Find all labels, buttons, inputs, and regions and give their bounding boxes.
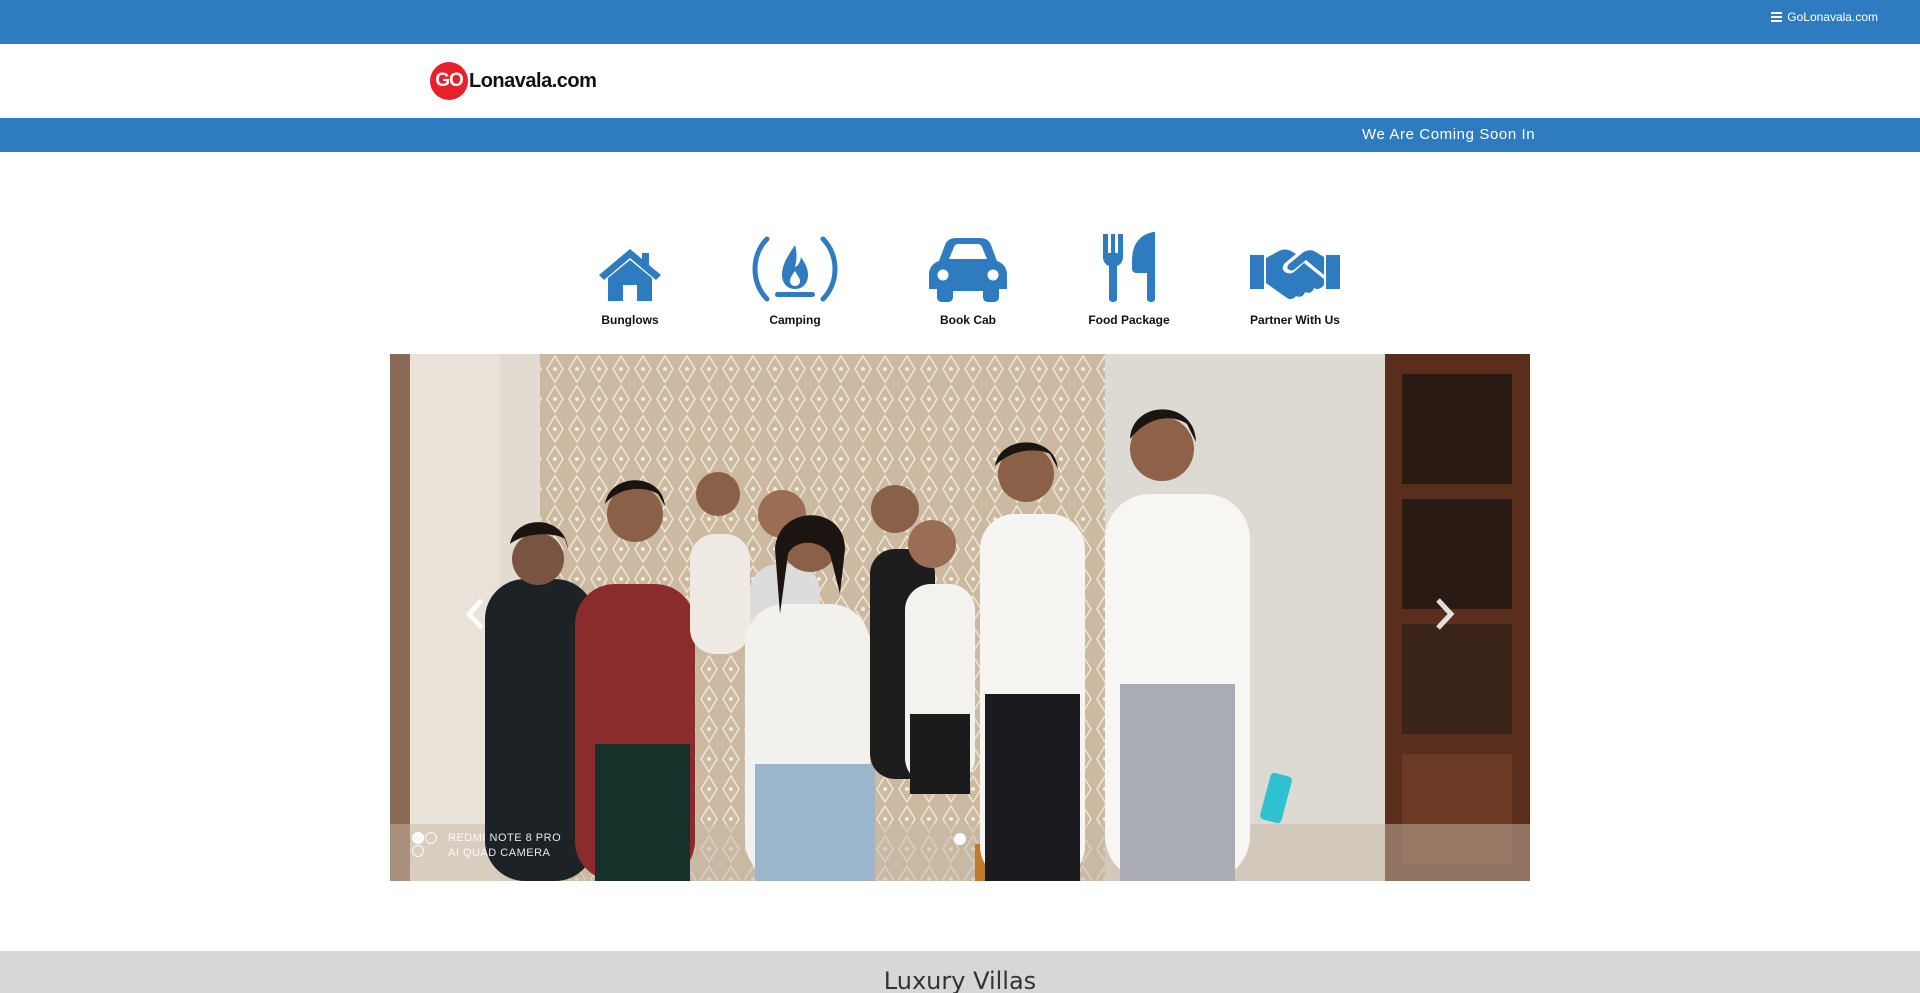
house-icon xyxy=(599,249,661,301)
service-partner-with-us[interactable]: Partner With Us xyxy=(1225,225,1365,327)
announcement-bar: We Are Coming Soon In xyxy=(0,118,1920,152)
carousel-indicators xyxy=(390,833,1530,845)
service-bunglows[interactable]: Bunglows xyxy=(560,225,700,327)
hamburger-icon xyxy=(1771,12,1783,22)
announcement-text: We Are Coming Soon In xyxy=(1362,126,1536,143)
carousel-prev-button[interactable] xyxy=(445,579,505,649)
chevron-right-icon xyxy=(1436,598,1455,630)
carousel-slide-group-photo xyxy=(390,354,1530,881)
service-label: Book Cab xyxy=(939,313,996,327)
carousel-indicator-dot[interactable] xyxy=(954,833,966,845)
service-label: Food Package xyxy=(1088,313,1170,327)
site-menu-label: GoLonavala.com xyxy=(1787,10,1878,24)
logo-badge: GO xyxy=(430,62,468,100)
utensils-icon xyxy=(1103,232,1155,302)
service-label: Bunglows xyxy=(601,313,659,327)
services-row: Bunglows Camping Book Cab Food Package P… xyxy=(560,225,1360,327)
image-carousel[interactable]: REDMI NOTE 8 PRO AI QUAD CAMERA xyxy=(390,354,1530,881)
top-bar: GoLonavala.com xyxy=(0,0,1920,44)
chevron-left-icon xyxy=(465,598,484,630)
car-icon xyxy=(929,238,1007,302)
handshake-icon xyxy=(1250,249,1340,300)
service-book-cab[interactable]: Book Cab xyxy=(898,225,1038,327)
service-label: Partner With Us xyxy=(1250,313,1340,327)
logo-text: Lonavala.com xyxy=(469,69,597,92)
carousel-next-button[interactable] xyxy=(1415,579,1475,649)
service-food-package[interactable]: Food Package xyxy=(1059,225,1199,327)
service-camping[interactable]: Camping xyxy=(725,225,865,327)
campfire-icon xyxy=(752,236,838,302)
watermark-line-2: AI QUAD CAMERA xyxy=(448,847,551,859)
section-title: Luxury Villas xyxy=(883,967,1037,993)
service-label: Camping xyxy=(769,313,821,327)
site-logo[interactable]: GO Lonavala.com xyxy=(430,62,597,100)
luxury-villas-section: Luxury Villas xyxy=(0,951,1920,993)
site-header: GO Lonavala.com xyxy=(0,44,1920,118)
site-menu-toggle[interactable]: GoLonavala.com xyxy=(1771,10,1878,24)
